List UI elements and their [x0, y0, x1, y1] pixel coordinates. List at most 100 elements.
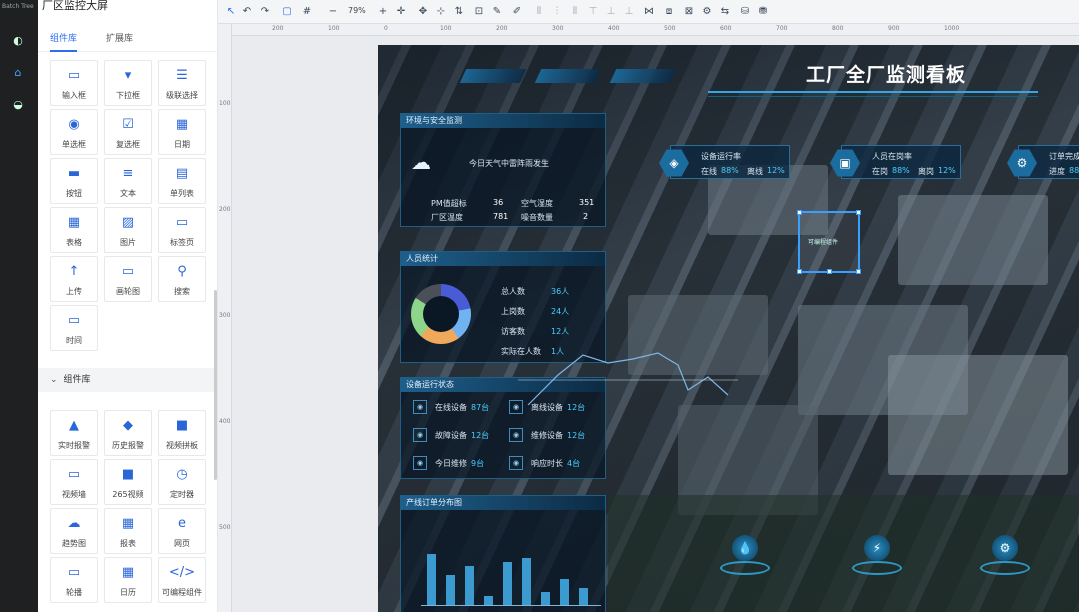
storm-cloud-icon: ☁: [411, 150, 431, 174]
fit-icon[interactable]: ⊹: [434, 5, 448, 19]
component-时间[interactable]: ▭ 时间: [50, 305, 98, 351]
stat-title: 设备运行率: [701, 152, 741, 161]
production-bar: [541, 592, 550, 605]
component-上传[interactable]: ↑ 上传: [50, 256, 98, 302]
zoom-out-icon[interactable]: −: [326, 5, 340, 19]
stat-card[interactable]: ▣ 人员在岗率 在岗 88% 离岗 12%: [830, 145, 961, 179]
align-right-icon[interactable]: ⫴: [568, 5, 582, 19]
app-badge: Batch Tree: [2, 3, 34, 10]
power-monitor[interactable]: ⚡: [852, 535, 902, 583]
group-icon[interactable]: ⧈: [662, 5, 676, 19]
component-label: 网页: [174, 539, 190, 548]
gear-icon: ⚙: [992, 535, 1018, 561]
flip-icon[interactable]: ⇅: [452, 5, 466, 19]
components-icon[interactable]: ⌂: [9, 64, 27, 82]
redo-icon[interactable]: ↷: [258, 5, 272, 19]
resize-handle[interactable]: [797, 269, 802, 274]
resize-handle[interactable]: [856, 210, 861, 215]
component-label: 单列表: [170, 189, 194, 198]
zoom-level[interactable]: 79%: [348, 6, 366, 15]
component-标签页[interactable]: ▭ 标签页: [158, 207, 206, 253]
component-icon: ◉: [68, 117, 80, 132]
component-日历[interactable]: ▦ 日历: [104, 557, 152, 603]
water-drop-icon: 💧: [732, 535, 758, 561]
component-网页[interactable]: e 网页: [158, 508, 206, 554]
crop-icon[interactable]: ⊡: [472, 5, 486, 19]
tab-components[interactable]: 组件库: [50, 28, 78, 52]
save-icon[interactable]: ⛁: [738, 5, 752, 19]
component-单选框[interactable]: ◉ 单选框: [50, 109, 98, 155]
selected-component-frame[interactable]: 可编程组件: [797, 210, 861, 274]
move-icon[interactable]: ✥: [416, 5, 430, 19]
stat-card[interactable]: ◈ 设备运行率 在线 88% 离线 12%: [659, 145, 790, 179]
people-label: 总人数: [501, 287, 525, 296]
component-定时器[interactable]: ◷ 定时器: [158, 459, 206, 505]
distribute-icon[interactable]: ⋈: [642, 5, 656, 19]
component-画轮图[interactable]: ▭ 画轮图: [104, 256, 152, 302]
component-icon: ▲: [69, 418, 79, 433]
component-视频拼板[interactable]: ■ 视频拼板: [158, 410, 206, 456]
ungroup-icon[interactable]: ⊠: [682, 5, 696, 19]
layers-icon[interactable]: ◒: [9, 96, 27, 114]
equip-icon: ◉: [413, 428, 427, 442]
brush-icon[interactable]: ✐: [510, 5, 524, 19]
align-middle-icon[interactable]: ⊥: [604, 5, 618, 19]
component-复选框[interactable]: ☑ 复选框: [104, 109, 152, 155]
component-表格[interactable]: ▦ 表格: [50, 207, 98, 253]
select-icon[interactable]: ↖: [224, 5, 238, 19]
env-label: PM值超标: [431, 199, 467, 208]
component-输入框[interactable]: ▭ 输入框: [50, 60, 98, 106]
palette-icon[interactable]: ◐: [9, 32, 27, 50]
share-icon[interactable]: ⇆: [718, 5, 732, 19]
component-级联选择[interactable]: ☰ 级联选择: [158, 60, 206, 106]
component-图片[interactable]: ▨ 图片: [104, 207, 152, 253]
tab-extensions[interactable]: 扩展库: [106, 28, 133, 52]
settings-icon[interactable]: ⚙: [700, 5, 714, 19]
align-top-icon[interactable]: ⊤: [586, 5, 600, 19]
chevron-down-icon: ⌄: [50, 375, 58, 385]
component-label: 画轮图: [116, 287, 140, 296]
zoom-in-icon[interactable]: +: [376, 5, 390, 19]
component-轮播[interactable]: ▭ 轮播: [50, 557, 98, 603]
component-单列表[interactable]: ▤ 单列表: [158, 158, 206, 204]
frame-icon[interactable]: ▢: [280, 5, 294, 19]
component-label: 时间: [66, 336, 82, 345]
equip-value: 9台: [471, 459, 485, 468]
env-panel-title: 环境与安全监测: [401, 114, 605, 128]
component-icon: ▭: [67, 467, 81, 482]
component-视频墙[interactable]: ▭ 视频墙: [50, 459, 98, 505]
section-header[interactable]: ⌄ 组件库: [38, 368, 216, 392]
component-icon: ≡: [122, 166, 134, 181]
align-left-icon[interactable]: ⫴: [532, 5, 546, 19]
align-center-icon[interactable]: ⫶: [550, 5, 564, 19]
component-265视频[interactable]: ■ 265视频: [104, 459, 152, 505]
crosshair-icon[interactable]: ✛: [394, 5, 408, 19]
env-panel[interactable]: 环境与安全监测 ☁ 今日天气中雷阵雨发生 PM值超标 36 空气湿度 351 厂…: [400, 113, 606, 227]
stat-card[interactable]: ⚙ 订单完成进度 88%: [1007, 145, 1079, 179]
component-可编程组件[interactable]: </> 可编程组件: [158, 557, 206, 603]
component-趋势图[interactable]: ☁ 趋势图: [50, 508, 98, 554]
align-bottom-icon[interactable]: ⊥: [622, 5, 636, 19]
dashboard-canvas[interactable]: 工厂全厂监测看板 环境与安全监测 ☁ 今日天气中雷阵雨发生 PM值超标 36 空…: [378, 45, 1079, 612]
production-panel[interactable]: 产线订单分布图: [400, 495, 606, 612]
component-搜索[interactable]: ⚲ 搜索: [158, 256, 206, 302]
pen-icon[interactable]: ✎: [490, 5, 504, 19]
panel-scrollbar[interactable]: [214, 290, 217, 480]
component-报表[interactable]: ▦ 报表: [104, 508, 152, 554]
component-文本[interactable]: ≡ 文本: [104, 158, 152, 204]
resize-handle[interactable]: [856, 269, 861, 274]
water-monitor[interactable]: 💧: [720, 535, 770, 583]
grid-icon[interactable]: #: [300, 5, 314, 19]
database-icon[interactable]: ⛃: [756, 5, 770, 19]
component-历史报警[interactable]: ◆ 历史报警: [104, 410, 152, 456]
resize-handle[interactable]: [797, 210, 802, 215]
component-日期[interactable]: ▦ 日期: [158, 109, 206, 155]
undo-icon[interactable]: ↶: [240, 5, 254, 19]
component-实时报警[interactable]: ▲ 实时报警: [50, 410, 98, 456]
component-按钮[interactable]: ▬ 按钮: [50, 158, 98, 204]
component-下拉框[interactable]: ▾ 下拉框: [104, 60, 152, 106]
gear-monitor[interactable]: ⚙: [980, 535, 1030, 583]
resize-handle[interactable]: [827, 269, 832, 274]
people-value: 24人: [551, 307, 570, 316]
production-bar: [427, 553, 436, 605]
